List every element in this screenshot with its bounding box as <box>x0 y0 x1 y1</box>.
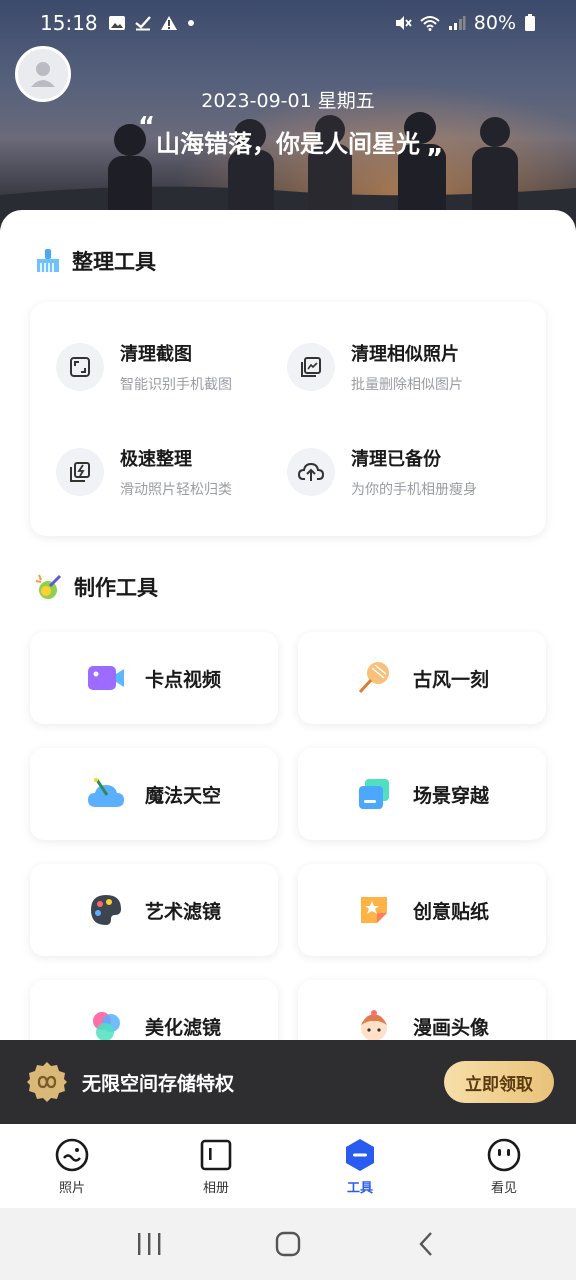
cloud-upload-icon <box>287 448 335 496</box>
promo-text: 无限空间存储特权 <box>82 1072 235 1095</box>
clean-similar-photos-item[interactable]: 清理相似照片 批量删除相似图片 <box>287 340 463 394</box>
make-item-label: 创意贴纸 <box>412 900 489 923</box>
magic-sky-icon <box>87 775 125 813</box>
screenshot-icon <box>56 343 104 391</box>
nav-tab-tools[interactable]: 工具 <box>288 1124 432 1208</box>
signal-icon <box>448 16 466 30</box>
back-icon[interactable] <box>413 1230 441 1258</box>
nav-tab-albums[interactable]: 相册 <box>144 1124 288 1208</box>
org-item-subtitle: 滑动照片轻松归类 <box>120 482 232 498</box>
header-quote: 山海错落，你是人间星光 <box>156 130 420 158</box>
clean-backed-up-item[interactable]: 清理已备份 为你的手机相册瘦身 <box>287 445 477 499</box>
system-navigation-bar <box>0 1208 576 1280</box>
smile-icon <box>55 1138 89 1171</box>
make-item-label: 美化滤镜 <box>144 1016 221 1039</box>
organize-card: 清理截图 智能识别手机截图 清理相似照片 批量删除相似图片 极速整理 滑动照片轻… <box>30 302 546 536</box>
dot-icon <box>187 20 194 26</box>
org-item-title: 清理截图 <box>120 344 192 365</box>
org-item-subtitle: 为你的手机相册瘦身 <box>351 482 477 498</box>
recent-apps-icon[interactable] <box>135 1231 163 1257</box>
nav-tab-label: 工具 <box>346 1180 373 1196</box>
organize-section-title: 整理工具 <box>34 246 156 276</box>
sticker-icon <box>355 891 393 929</box>
creative-sticker-card[interactable]: 创意贴纸 <box>298 864 546 956</box>
org-item-title: 极速整理 <box>120 449 192 470</box>
magic-sky-card[interactable]: 魔法天空 <box>30 748 278 840</box>
make-item-label: 卡点视频 <box>144 668 221 691</box>
face-icon <box>487 1138 521 1171</box>
battery-percent: 80% <box>473 12 516 34</box>
fast-sort-item[interactable]: 极速整理 滑动照片轻松归类 <box>56 445 232 499</box>
video-icon <box>87 659 125 697</box>
status-time: 15:18 <box>40 11 98 35</box>
beat-video-card[interactable]: 卡点视频 <box>30 632 278 724</box>
infinity-badge-icon <box>27 1062 67 1102</box>
clean-screenshots-item[interactable]: 清理截图 智能识别手机截图 <box>56 340 232 394</box>
fan-icon <box>355 659 393 697</box>
claim-now-button[interactable]: 立即领取 <box>444 1061 554 1103</box>
warning-icon <box>160 16 177 30</box>
org-item-subtitle: 智能识别手机截图 <box>120 377 232 393</box>
battery-icon <box>525 14 535 31</box>
photo-icon <box>108 16 125 30</box>
nav-tab-label: 照片 <box>58 1180 85 1196</box>
make-item-label: 场景穿越 <box>412 784 489 807</box>
nav-tab-label: 相册 <box>202 1180 229 1196</box>
ancient-style-card[interactable]: 古风一刻 <box>298 632 546 724</box>
organize-title-text: 整理工具 <box>72 250 156 274</box>
broom-icon <box>37 249 59 272</box>
check-icon <box>134 16 151 31</box>
header-date: 2023-09-01 星期五 <box>201 90 375 112</box>
home-icon[interactable] <box>274 1230 302 1258</box>
fast-sort-icon <box>56 448 104 496</box>
org-item-title: 清理相似照片 <box>351 344 459 365</box>
org-item-subtitle: 批量删除相似图片 <box>351 377 463 393</box>
similar-photo-icon <box>287 343 335 391</box>
nav-tab-label: 看见 <box>490 1180 517 1196</box>
wifi-icon <box>420 16 440 31</box>
make-item-label: 魔法天空 <box>144 784 221 807</box>
tools-icon <box>346 1138 374 1171</box>
storage-promo-banner[interactable]: 无限空间存储特权 立即领取 <box>0 1040 576 1124</box>
org-item-title: 清理已备份 <box>351 449 441 470</box>
create-section-title: 制作工具 <box>34 572 158 602</box>
nav-tab-photos[interactable]: 照片 <box>0 1124 144 1208</box>
status-bar: 15:18 80% <box>0 0 576 46</box>
art-filter-card[interactable]: 艺术滤镜 <box>30 864 278 956</box>
bottom-navigation: 照片 相册 工具 看见 <box>0 1124 576 1208</box>
make-item-label: 古风一刻 <box>412 668 489 691</box>
close-quote-mark: ” <box>426 144 444 174</box>
nav-tab-discover[interactable]: 看见 <box>432 1124 576 1208</box>
make-item-label: 漫画头像 <box>412 1016 489 1039</box>
tools-sheet: 整理工具 清理截图 智能识别手机截图 清理相似照片 批量删除相似图片 极速整理 … <box>0 210 576 1072</box>
magic-brush-icon <box>35 574 62 599</box>
make-item-label: 艺术滤镜 <box>144 900 221 923</box>
header-banner: 15:18 80% 2023-09-01 星期五 “ 山海错落，你是人间星光 ” <box>0 0 576 230</box>
scene-icon <box>355 775 393 813</box>
scene-travel-card[interactable]: 场景穿越 <box>298 748 546 840</box>
mute-icon <box>395 16 412 30</box>
create-title-text: 制作工具 <box>74 576 158 600</box>
palette-icon <box>87 891 125 929</box>
album-icon <box>200 1139 232 1170</box>
